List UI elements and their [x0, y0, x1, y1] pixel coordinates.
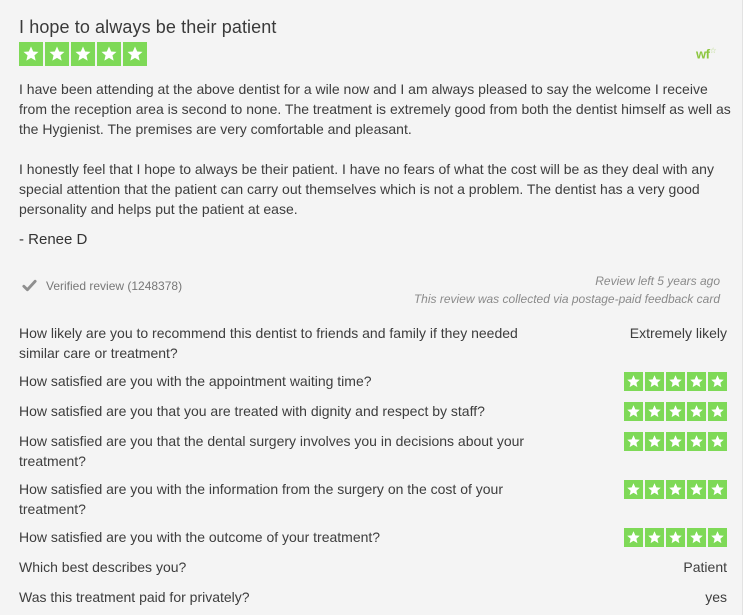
- question-rating: [624, 372, 727, 391]
- review-paragraph: I honestly feel that I hope to always be…: [19, 161, 714, 217]
- review-meta: Review left 5 years ago This review was …: [414, 272, 720, 308]
- star-icon: [666, 432, 685, 451]
- star-icon: [666, 480, 685, 499]
- question-row: How satisfied are you with the informati…: [19, 479, 727, 519]
- checkmark-icon: [22, 279, 37, 292]
- star-icon: [687, 372, 706, 391]
- question-row: How satisfied are you that you are treat…: [19, 401, 727, 421]
- star-icon: [666, 372, 685, 391]
- star-icon: [687, 528, 706, 547]
- star-icon: [687, 432, 706, 451]
- star-icon: [645, 402, 664, 421]
- answer-text: Extremely likely: [629, 325, 727, 341]
- review-body: I have been attending at the above denti…: [19, 79, 731, 219]
- star-icon: [708, 372, 727, 391]
- star-icon: [624, 432, 643, 451]
- verified-badge: Verified review (1248378): [21, 277, 182, 294]
- review-title: I hope to always be their patient: [19, 17, 277, 37]
- star-icon: [645, 372, 664, 391]
- verified-label: Verified review (1248378): [46, 278, 183, 293]
- star-icon: [624, 480, 643, 499]
- question-text: How satisfied are you with the informati…: [19, 481, 504, 517]
- question-rating: [624, 528, 727, 547]
- question-text: How satisfied are you that you are treat…: [19, 403, 485, 419]
- question-text: Was this treatment paid for privately?: [19, 589, 250, 605]
- star-icon: [708, 402, 727, 421]
- question-rating: [624, 432, 727, 451]
- star-icon: [624, 372, 643, 391]
- question-row: Was this treatment paid for privately? y…: [19, 587, 727, 607]
- question-text: How satisfied are you with the appointme…: [19, 373, 372, 389]
- star-icon: [624, 528, 643, 547]
- star-icon: [645, 480, 664, 499]
- star-icon: [666, 528, 685, 547]
- question-row: How satisfied are you that the dental su…: [19, 431, 727, 471]
- overall-rating: [19, 42, 147, 66]
- question-row: How satisfied are you with the outcome o…: [19, 527, 727, 547]
- star-icon: [687, 480, 706, 499]
- review-age: Review left 5 years ago: [595, 274, 720, 288]
- question-rating: [624, 402, 727, 421]
- question-text: How satisfied are you that the dental su…: [19, 433, 525, 469]
- star-icon: [19, 42, 43, 66]
- star-icon: [645, 432, 664, 451]
- logo-star-icon: ☆: [709, 46, 717, 55]
- review-author: - Renee D: [19, 231, 88, 248]
- question-text: How satisfied are you with the outcome o…: [19, 529, 381, 545]
- collection-note: This review was collected via postage-pa…: [413, 292, 720, 306]
- star-icon: [708, 528, 727, 547]
- answer-text: yes: [705, 589, 727, 605]
- question-row: Which best describes you? Patient: [19, 557, 727, 577]
- star-icon: [624, 402, 643, 421]
- star-icon: [666, 402, 685, 421]
- star-icon: [123, 42, 147, 66]
- question-text: How likely are you to recommend this den…: [19, 325, 518, 361]
- question-text: Which best describes you?: [19, 559, 187, 575]
- star-icon: [645, 528, 664, 547]
- star-icon: [687, 402, 706, 421]
- star-icon: [45, 42, 69, 66]
- wf-logo-text: wf: [696, 46, 710, 62]
- question-row: How likely are you to recommend this den…: [19, 323, 727, 363]
- star-icon: [708, 480, 727, 499]
- star-icon: [97, 42, 121, 66]
- review-card: I hope to always be their patient wf☆ I …: [0, 0, 743, 615]
- star-icon: [708, 432, 727, 451]
- wf-logo: wf☆: [696, 46, 717, 62]
- star-icon: [71, 42, 95, 66]
- question-row: How satisfied are you with the appointme…: [19, 371, 727, 391]
- answer-text: Patient: [683, 559, 727, 575]
- review-paragraph: I have been attending at the above denti…: [19, 81, 731, 137]
- question-rating: [624, 480, 727, 499]
